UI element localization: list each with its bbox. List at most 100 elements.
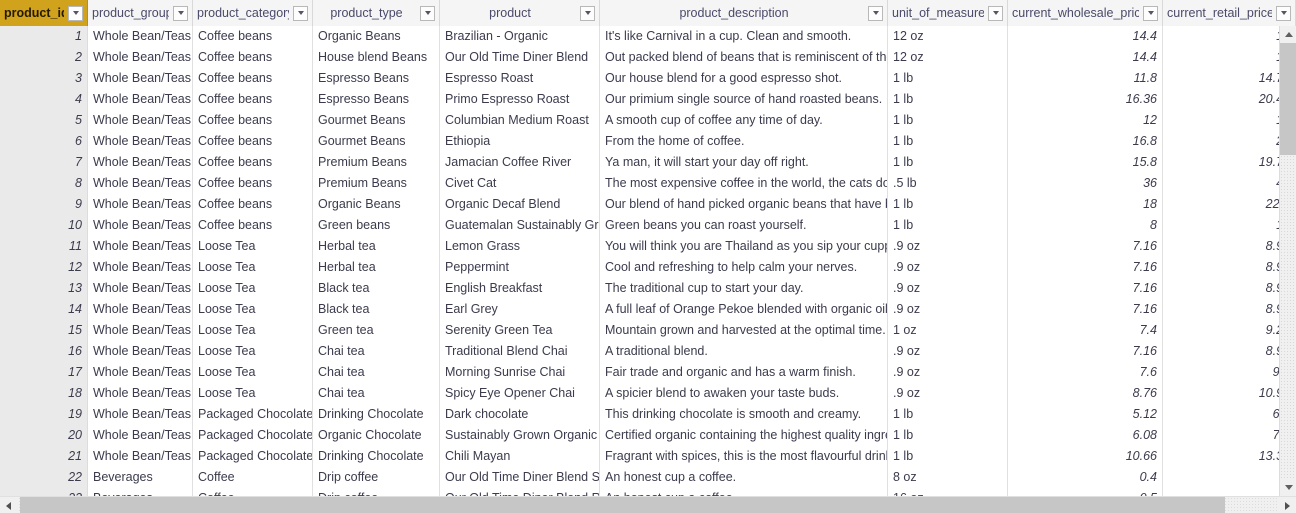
- cell-product_group[interactable]: Whole Bean/Teas: [88, 425, 193, 446]
- cell-current_wholesale_price[interactable]: 36: [1008, 173, 1163, 194]
- cell-unit_of_measure[interactable]: .9 oz: [888, 278, 1008, 299]
- cell-product_type[interactable]: Gourmet Beans: [313, 110, 440, 131]
- cell-product_description[interactable]: Fair trade and organic and has a warm fi…: [600, 362, 888, 383]
- cell-product[interactable]: Traditional Blend Chai: [440, 341, 600, 362]
- cell-product_group[interactable]: Whole Bean/Teas: [88, 236, 193, 257]
- table-row[interactable]: 15 Whole Bean/Teas Loose Tea Green tea Seren…: [0, 320, 1296, 341]
- cell-current_retail_price[interactable]: 13.33: [1163, 446, 1296, 467]
- cell-unit_of_measure[interactable]: 1 lb: [888, 68, 1008, 89]
- cell-product[interactable]: Jamacian Coffee River: [440, 152, 600, 173]
- cell-product[interactable]: Peppermint: [440, 257, 600, 278]
- cell-current_retail_price[interactable]: 6.4: [1163, 404, 1296, 425]
- row-index-cell[interactable]: 11: [0, 236, 88, 257]
- cell-product_type[interactable]: Organic Chocolate: [313, 425, 440, 446]
- cell-current_wholesale_price[interactable]: 7.4: [1008, 320, 1163, 341]
- cell-unit_of_measure[interactable]: 8 oz: [888, 467, 1008, 488]
- scroll-up-button[interactable]: [1280, 26, 1296, 43]
- row-index-cell[interactable]: 17: [0, 362, 88, 383]
- cell-unit_of_measure[interactable]: 1 lb: [888, 404, 1008, 425]
- cell-product_type[interactable]: Green beans: [313, 215, 440, 236]
- cell-product_category[interactable]: Loose Tea: [193, 299, 313, 320]
- cell-current_retail_price[interactable]: 7.6: [1163, 425, 1296, 446]
- cell-product_group[interactable]: Whole Bean/Teas: [88, 257, 193, 278]
- cell-current_wholesale_price[interactable]: 7.16: [1008, 278, 1163, 299]
- cell-product_description[interactable]: An honest cup a coffee.: [600, 467, 888, 488]
- cell-unit_of_measure[interactable]: 1 lb: [888, 131, 1008, 152]
- cell-product[interactable]: Our Old Time Diner Blend: [440, 47, 600, 68]
- scroll-down-button[interactable]: [1280, 479, 1296, 496]
- cell-current_retail_price[interactable]: 8.95: [1163, 341, 1296, 362]
- cell-product_group[interactable]: Whole Bean/Teas: [88, 26, 193, 47]
- column-header-product_category[interactable]: product_category: [193, 0, 313, 26]
- column-header-product_description[interactable]: product_description: [600, 0, 888, 26]
- row-index-cell[interactable]: 6: [0, 131, 88, 152]
- row-index-cell[interactable]: 18: [0, 383, 88, 404]
- cell-current_retail_price[interactable]: 8.95: [1163, 257, 1296, 278]
- cell-product_category[interactable]: Packaged Chocolate: [193, 446, 313, 467]
- cell-product[interactable]: Espresso Roast: [440, 68, 600, 89]
- cell-product_category[interactable]: Packaged Chocolate: [193, 425, 313, 446]
- cell-product[interactable]: Spicy Eye Opener Chai: [440, 383, 600, 404]
- cell-product_category[interactable]: Loose Tea: [193, 278, 313, 299]
- cell-product_group[interactable]: Whole Bean/Teas: [88, 320, 193, 341]
- cell-unit_of_measure[interactable]: 1 lb: [888, 425, 1008, 446]
- cell-current_wholesale_price[interactable]: 11.8: [1008, 68, 1163, 89]
- cell-product_type[interactable]: Chai tea: [313, 383, 440, 404]
- cell-product_description[interactable]: From the home of coffee.: [600, 131, 888, 152]
- table-row[interactable]: 9 Whole Bean/Teas Coffee beans Organic Bean…: [0, 194, 1296, 215]
- cell-current_retail_price[interactable]: 9.5: [1163, 362, 1296, 383]
- cell-current_retail_price[interactable]: 8.95: [1163, 236, 1296, 257]
- cell-product_description[interactable]: Cool and refreshing to help calm your ne…: [600, 257, 888, 278]
- filter-dropdown-button-product_group[interactable]: [173, 5, 188, 21]
- cell-product_type[interactable]: House blend Beans: [313, 47, 440, 68]
- cell-product_group[interactable]: Whole Bean/Teas: [88, 194, 193, 215]
- row-index-cell[interactable]: 14: [0, 299, 88, 320]
- column-header-current_wholesale_price[interactable]: current_wholesale_price: [1008, 0, 1163, 26]
- cell-unit_of_measure[interactable]: .9 oz: [888, 341, 1008, 362]
- cell-product_type[interactable]: Premium Beans: [313, 173, 440, 194]
- cell-current_wholesale_price[interactable]: 14.4: [1008, 26, 1163, 47]
- cell-product[interactable]: Sustainably Grown Organic: [440, 425, 600, 446]
- cell-product[interactable]: Chili Mayan: [440, 446, 600, 467]
- cell-current_wholesale_price[interactable]: 7.16: [1008, 299, 1163, 320]
- cell-product[interactable]: Lemon Grass: [440, 236, 600, 257]
- cell-product[interactable]: Civet Cat: [440, 173, 600, 194]
- table-row[interactable]: 5 Whole Bean/Teas Coffee beans Gourmet Bean…: [0, 110, 1296, 131]
- cell-product_type[interactable]: Gourmet Beans: [313, 131, 440, 152]
- column-header-product_type[interactable]: product_type: [313, 0, 440, 26]
- cell-product[interactable]: Columbian Medium Roast: [440, 110, 600, 131]
- cell-product_group[interactable]: Whole Bean/Teas: [88, 68, 193, 89]
- row-index-cell[interactable]: 8: [0, 173, 88, 194]
- cell-unit_of_measure[interactable]: .9 oz: [888, 362, 1008, 383]
- row-index-cell[interactable]: 15: [0, 320, 88, 341]
- cell-product_group[interactable]: Whole Bean/Teas: [88, 110, 193, 131]
- table-row[interactable]: 8 Whole Bean/Teas Coffee beans Premium Bean…: [0, 173, 1296, 194]
- column-header-product_id[interactable]: product_id: [0, 0, 88, 26]
- cell-product_type[interactable]: Black tea: [313, 278, 440, 299]
- filter-dropdown-button-unit_of_measure[interactable]: [988, 5, 1003, 21]
- cell-product[interactable]: Serenity Green Tea: [440, 320, 600, 341]
- cell-product[interactable]: Our Old Time Diner Blend Sm: [440, 467, 600, 488]
- cell-current_retail_price[interactable]: 10: [1163, 215, 1296, 236]
- scroll-left-button[interactable]: [0, 497, 17, 513]
- row-index-cell[interactable]: 13: [0, 278, 88, 299]
- row-index-cell[interactable]: 2: [0, 47, 88, 68]
- cell-product_description[interactable]: This drinking chocolate is smooth and cr…: [600, 404, 888, 425]
- cell-current_retail_price[interactable]: 21: [1163, 131, 1296, 152]
- cell-product_group[interactable]: Whole Bean/Teas: [88, 299, 193, 320]
- cell-product_group[interactable]: Whole Bean/Teas: [88, 215, 193, 236]
- cell-current_retail_price[interactable]: [1163, 467, 1296, 488]
- horizontal-scrollbar[interactable]: [0, 496, 1296, 513]
- cell-unit_of_measure[interactable]: .9 oz: [888, 299, 1008, 320]
- cell-current_wholesale_price[interactable]: 8: [1008, 215, 1163, 236]
- table-row[interactable]: 14 Whole Bean/Teas Loose Tea Black tea Earl …: [0, 299, 1296, 320]
- cell-current_retail_price[interactable]: 45: [1163, 173, 1296, 194]
- cell-product_description[interactable]: A traditional blend.: [600, 341, 888, 362]
- scroll-right-button[interactable]: [1279, 497, 1296, 513]
- cell-product_description[interactable]: Certified organic containing the highest…: [600, 425, 888, 446]
- cell-product_type[interactable]: Black tea: [313, 299, 440, 320]
- cell-product_group[interactable]: Whole Bean/Teas: [88, 173, 193, 194]
- cell-product_description[interactable]: Our blend of hand picked organic beans t…: [600, 194, 888, 215]
- table-row[interactable]: 4 Whole Bean/Teas Coffee beans Espresso Bea…: [0, 89, 1296, 110]
- cell-current_retail_price[interactable]: 9.25: [1163, 320, 1296, 341]
